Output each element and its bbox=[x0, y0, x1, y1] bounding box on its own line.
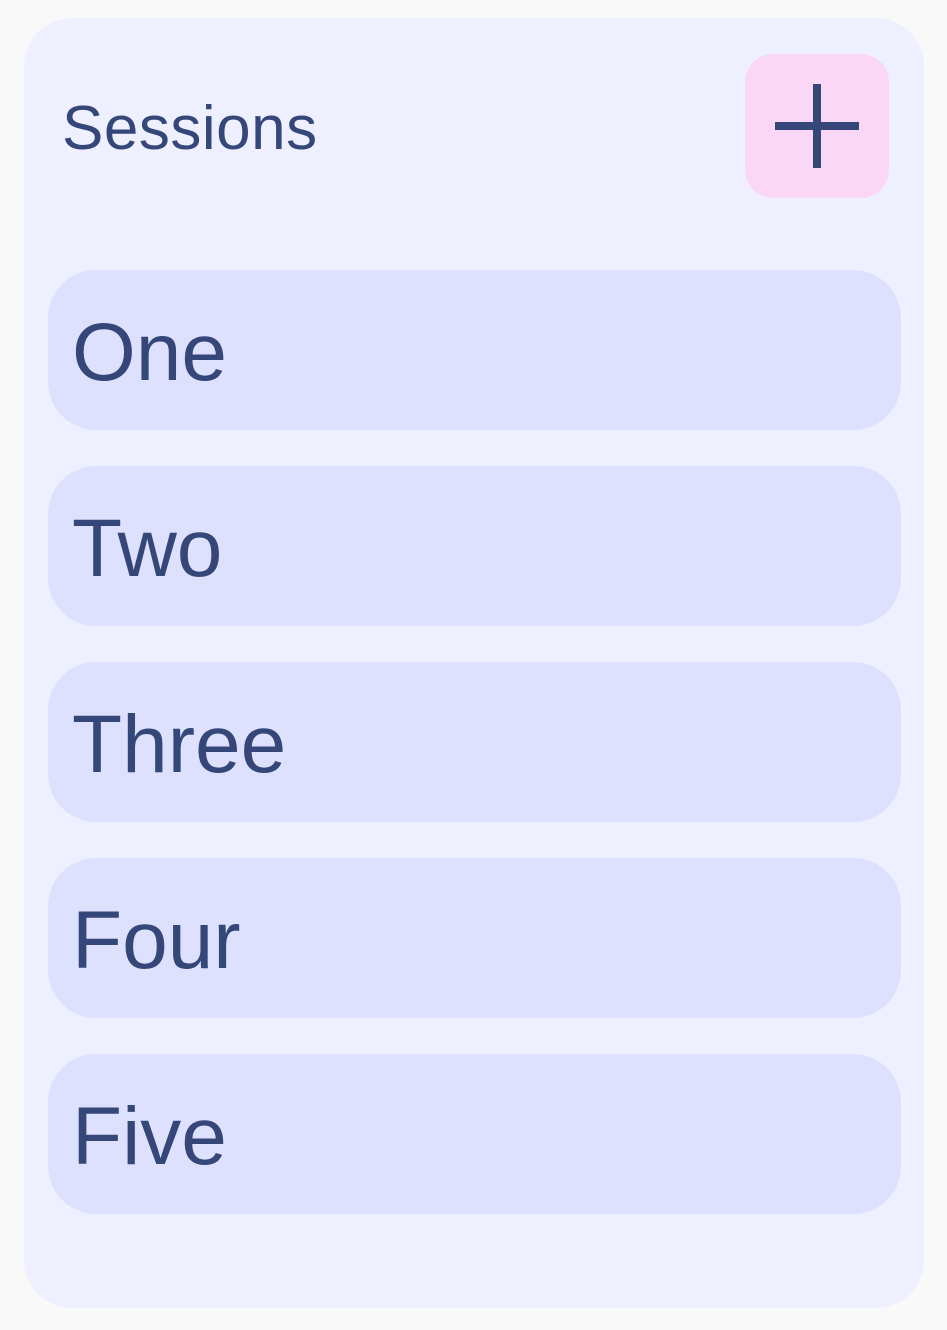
list-item[interactable]: Three bbox=[48, 662, 901, 822]
sessions-header: Sessions bbox=[24, 18, 924, 238]
list-item-label: One bbox=[72, 307, 227, 398]
list-item-label: Three bbox=[72, 699, 287, 790]
list-item-label: Two bbox=[72, 503, 223, 594]
sessions-list: One Two Three Four Five bbox=[48, 270, 901, 1250]
list-item[interactable]: Four bbox=[48, 858, 901, 1018]
list-item-label: Four bbox=[72, 895, 241, 986]
list-item[interactable]: Five bbox=[48, 1054, 901, 1214]
list-item[interactable]: One bbox=[48, 270, 901, 430]
page-title: Sessions bbox=[62, 94, 318, 163]
plus-icon bbox=[775, 84, 859, 168]
list-item[interactable]: Two bbox=[48, 466, 901, 626]
sessions-panel: Sessions One Two Three Four Five bbox=[24, 18, 924, 1308]
list-item-label: Five bbox=[72, 1091, 227, 1182]
add-session-button[interactable] bbox=[745, 54, 889, 198]
